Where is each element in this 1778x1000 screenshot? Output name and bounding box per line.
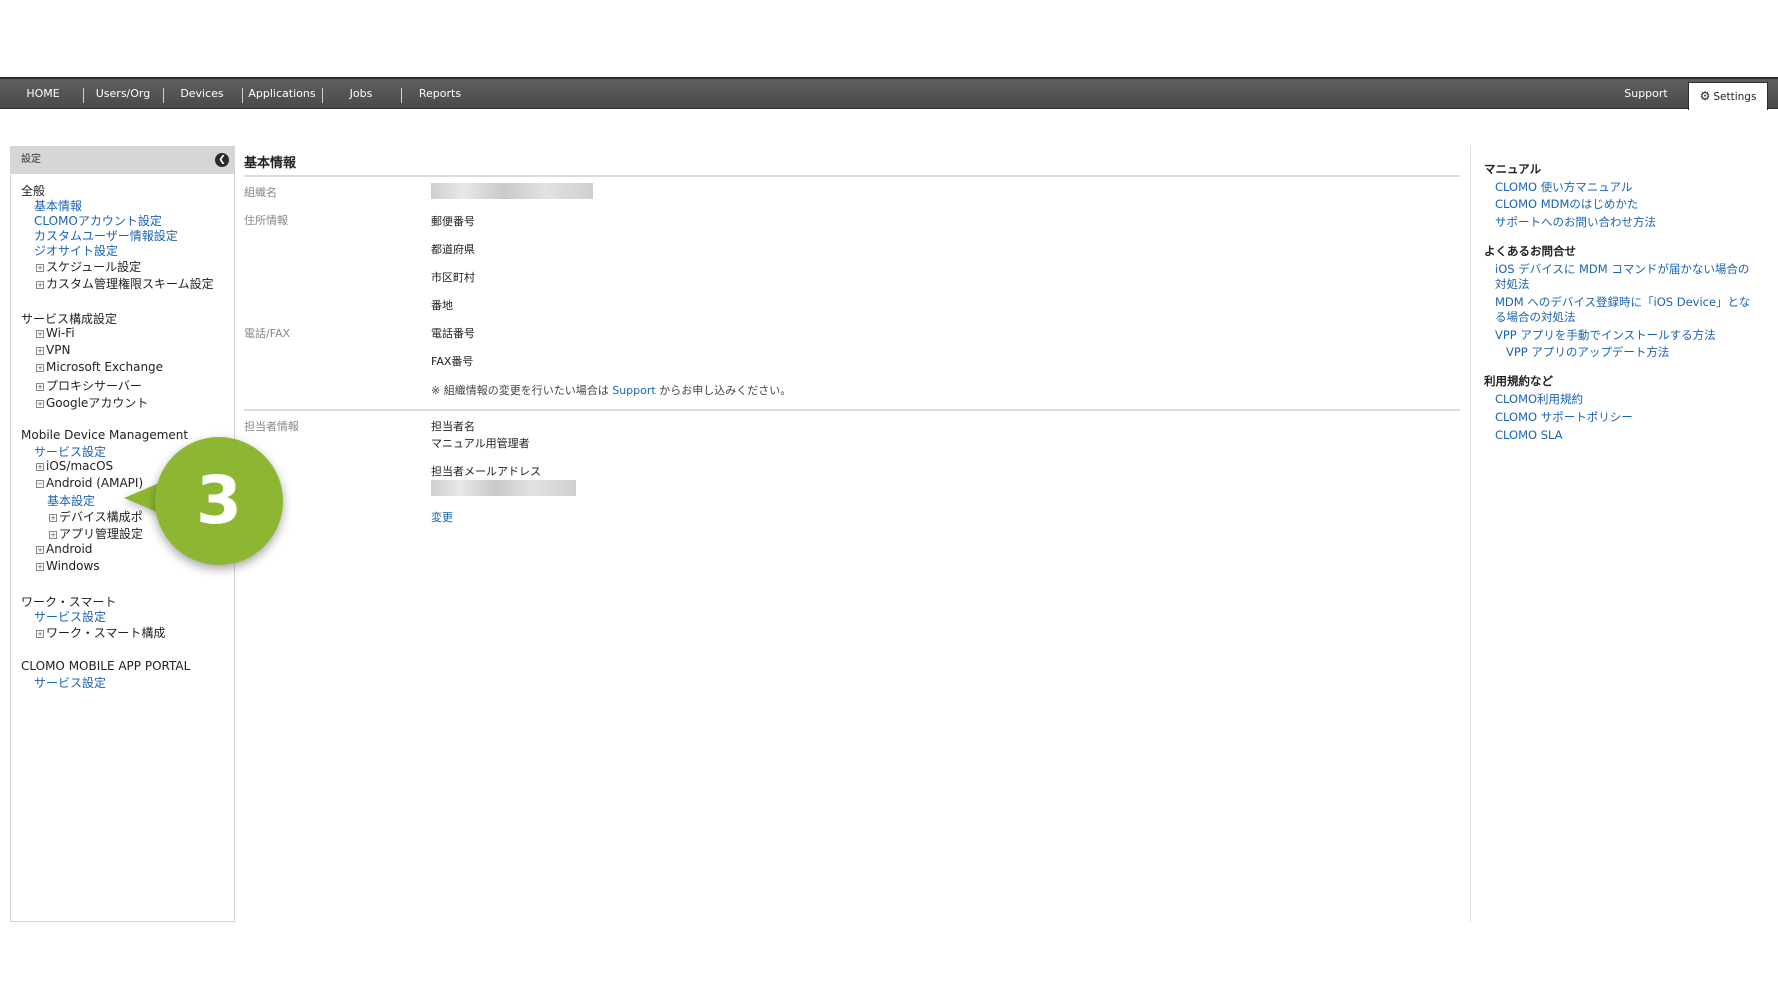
expand-icon: + [36, 347, 44, 355]
settings-label: Settings [1713, 91, 1757, 103]
tree-item-exchange[interactable]: + Microsoft Exchange [36, 360, 163, 374]
city-label: 市区町村 [431, 271, 475, 284]
expand-icon: + [36, 463, 44, 471]
nav-jobs[interactable]: Jobs [326, 79, 396, 109]
top-nav-bar: HOME Users/Org Devices Applications Jobs… [0, 77, 1778, 110]
contact-name-value: マニュアル用管理者 [431, 437, 530, 450]
phone-label: 電話番号 [431, 327, 475, 340]
nav-applications[interactable]: Applications [246, 79, 318, 109]
expand-icon: + [49, 531, 57, 539]
tree-item-app-mgmt[interactable]: + アプリ管理設定 [49, 525, 143, 542]
faq-link[interactable]: iOS デバイスに MDM コマンドが届かない場合の対処法 [1495, 262, 1760, 292]
tree-item-custom-role[interactable]: + カスタム管理権限スキーム設定 [36, 275, 214, 292]
gear-icon: ⚙ [1699, 89, 1711, 103]
sidebar-link-worksmart-service[interactable]: サービス設定 [34, 608, 106, 625]
nav-divider [242, 88, 243, 103]
expand-icon: + [36, 383, 44, 391]
change-link[interactable]: 変更 [431, 509, 453, 525]
nav-reports[interactable]: Reports [405, 79, 475, 109]
change-request-note: ※ 組織情報の変更を行いたい場合は Support からお申し込みください。 [431, 384, 792, 397]
prefecture-label: 都道府県 [431, 243, 475, 256]
manual-link[interactable]: CLOMO 使い方マニュアル [1495, 180, 1632, 195]
collapse-sidebar-icon[interactable]: ❮ [215, 153, 229, 167]
sidebar-title: 設定 [21, 154, 41, 165]
page-title: 基本情報 [244, 156, 297, 171]
tree-item-windows[interactable]: + Windows [36, 559, 100, 573]
nav-devices[interactable]: Devices [168, 79, 236, 109]
faq-heading: よくあるお問合せ [1484, 244, 1576, 258]
contact-email-label: 担当者メールアドレス [431, 465, 541, 478]
faq-link[interactable]: VPP アプリを手動でインストールする方法 [1495, 328, 1716, 343]
sidebar-link-geosite[interactable]: ジオサイト設定 [34, 242, 118, 259]
expand-icon: + [36, 563, 44, 571]
step-callout-badge: 3 [155, 437, 283, 565]
expand-icon: + [36, 400, 44, 408]
nav-home[interactable]: HOME [14, 79, 72, 109]
terms-heading: 利用規約など [1484, 374, 1553, 388]
section-service: サービス構成設定 [21, 312, 118, 326]
address-label: 住所情報 [244, 214, 288, 227]
org-name-redacted [431, 183, 593, 199]
tree-item-vpn[interactable]: + VPN [36, 343, 70, 357]
manual-link[interactable]: サポートへのお問い合わせ方法 [1495, 215, 1656, 230]
street-label: 番地 [431, 299, 453, 312]
postal-code-label: 郵便番号 [431, 215, 475, 228]
expand-icon: + [49, 514, 57, 522]
fax-label: FAX番号 [431, 355, 474, 368]
sidebar-link-mdm-service[interactable]: サービス設定 [34, 443, 106, 460]
section-app-portal: CLOMO MOBILE APP PORTAL [21, 659, 191, 673]
tree-item-ios-macos[interactable]: + iOS/macOS [36, 459, 113, 473]
nav-users-org[interactable]: Users/Org [88, 79, 158, 109]
expand-icon: + [36, 330, 44, 338]
manual-heading: マニュアル [1484, 162, 1542, 176]
expand-icon: + [36, 264, 44, 272]
terms-link[interactable]: CLOMO サポートポリシー [1495, 410, 1633, 425]
contact-info-label: 担当者情報 [244, 420, 299, 433]
tree-item-wifi[interactable]: + Wi-Fi [36, 326, 75, 340]
nav-divider [83, 88, 84, 103]
nav-settings-tab[interactable]: ⚙ Settings [1688, 82, 1768, 110]
manual-link[interactable]: CLOMO MDMのはじめかた [1495, 197, 1638, 212]
divider [244, 175, 1460, 177]
org-name-label: 組織名 [244, 186, 277, 199]
nav-support[interactable]: Support [1608, 79, 1684, 109]
tree-item-schedule[interactable]: + スケジュール設定 [36, 258, 141, 275]
terms-link[interactable]: CLOMO SLA [1495, 428, 1563, 443]
faq-link[interactable]: MDM へのデバイス登録時に「iOS Device」となる場合の対処法 [1495, 295, 1760, 325]
nav-divider [401, 88, 402, 103]
expand-icon: + [36, 546, 44, 554]
terms-link[interactable]: CLOMO利用規約 [1495, 392, 1583, 407]
nav-divider [163, 88, 164, 103]
tree-item-google-account[interactable]: + Googleアカウント [36, 394, 148, 411]
contact-email-redacted [431, 480, 576, 496]
tree-item-android[interactable]: + Android [36, 542, 92, 556]
tree-item-worksmart-config[interactable]: + ワーク・スマート構成 [36, 624, 165, 641]
tree-item-proxy[interactable]: + プロキシサーバー [36, 377, 142, 394]
nav-divider [322, 88, 323, 103]
expand-icon: + [36, 630, 44, 638]
support-link[interactable]: Support [612, 384, 655, 397]
sidebar-header: 設定 ❮ [11, 146, 234, 174]
sidebar-link-portal-service[interactable]: サービス設定 [34, 674, 106, 691]
faq-link[interactable]: VPP アプリのアップデート方法 [1506, 345, 1669, 360]
phone-fax-label: 電話/FAX [244, 327, 291, 340]
divider [244, 409, 1460, 411]
expand-icon: + [36, 364, 44, 372]
expand-icon: + [36, 281, 44, 289]
collapse-icon: − [36, 480, 44, 488]
section-mdm: Mobile Device Management [21, 428, 189, 442]
sidebar-link-basic-settings[interactable]: 基本設定 [47, 492, 95, 509]
contact-name-label: 担当者名 [431, 420, 475, 433]
